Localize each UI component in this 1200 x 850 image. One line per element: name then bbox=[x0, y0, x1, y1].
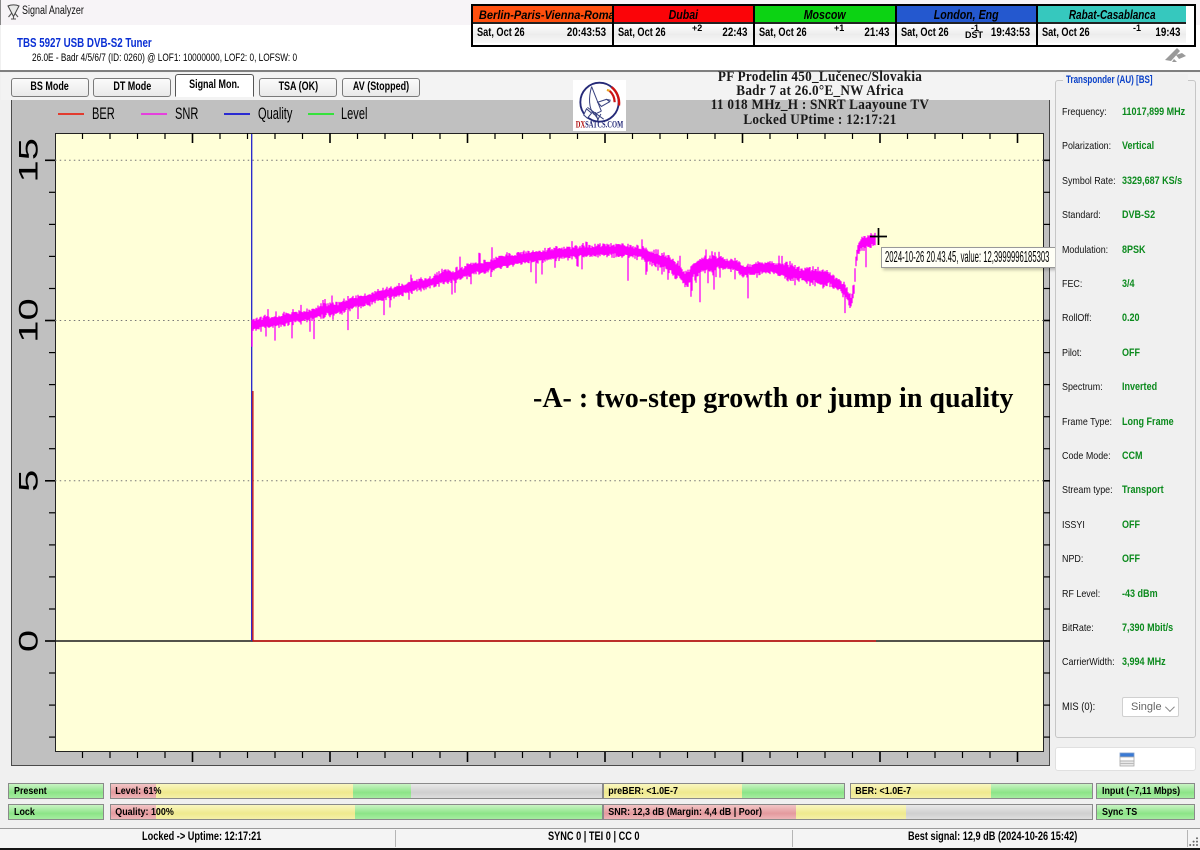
svg-text:10: 10 bbox=[14, 298, 44, 342]
svg-text:DXSATCS.COM: DXSATCS.COM bbox=[576, 120, 624, 130]
svg-text:5: 5 bbox=[14, 470, 44, 492]
svg-text:15: 15 bbox=[14, 138, 44, 182]
svg-text:0: 0 bbox=[14, 630, 44, 652]
